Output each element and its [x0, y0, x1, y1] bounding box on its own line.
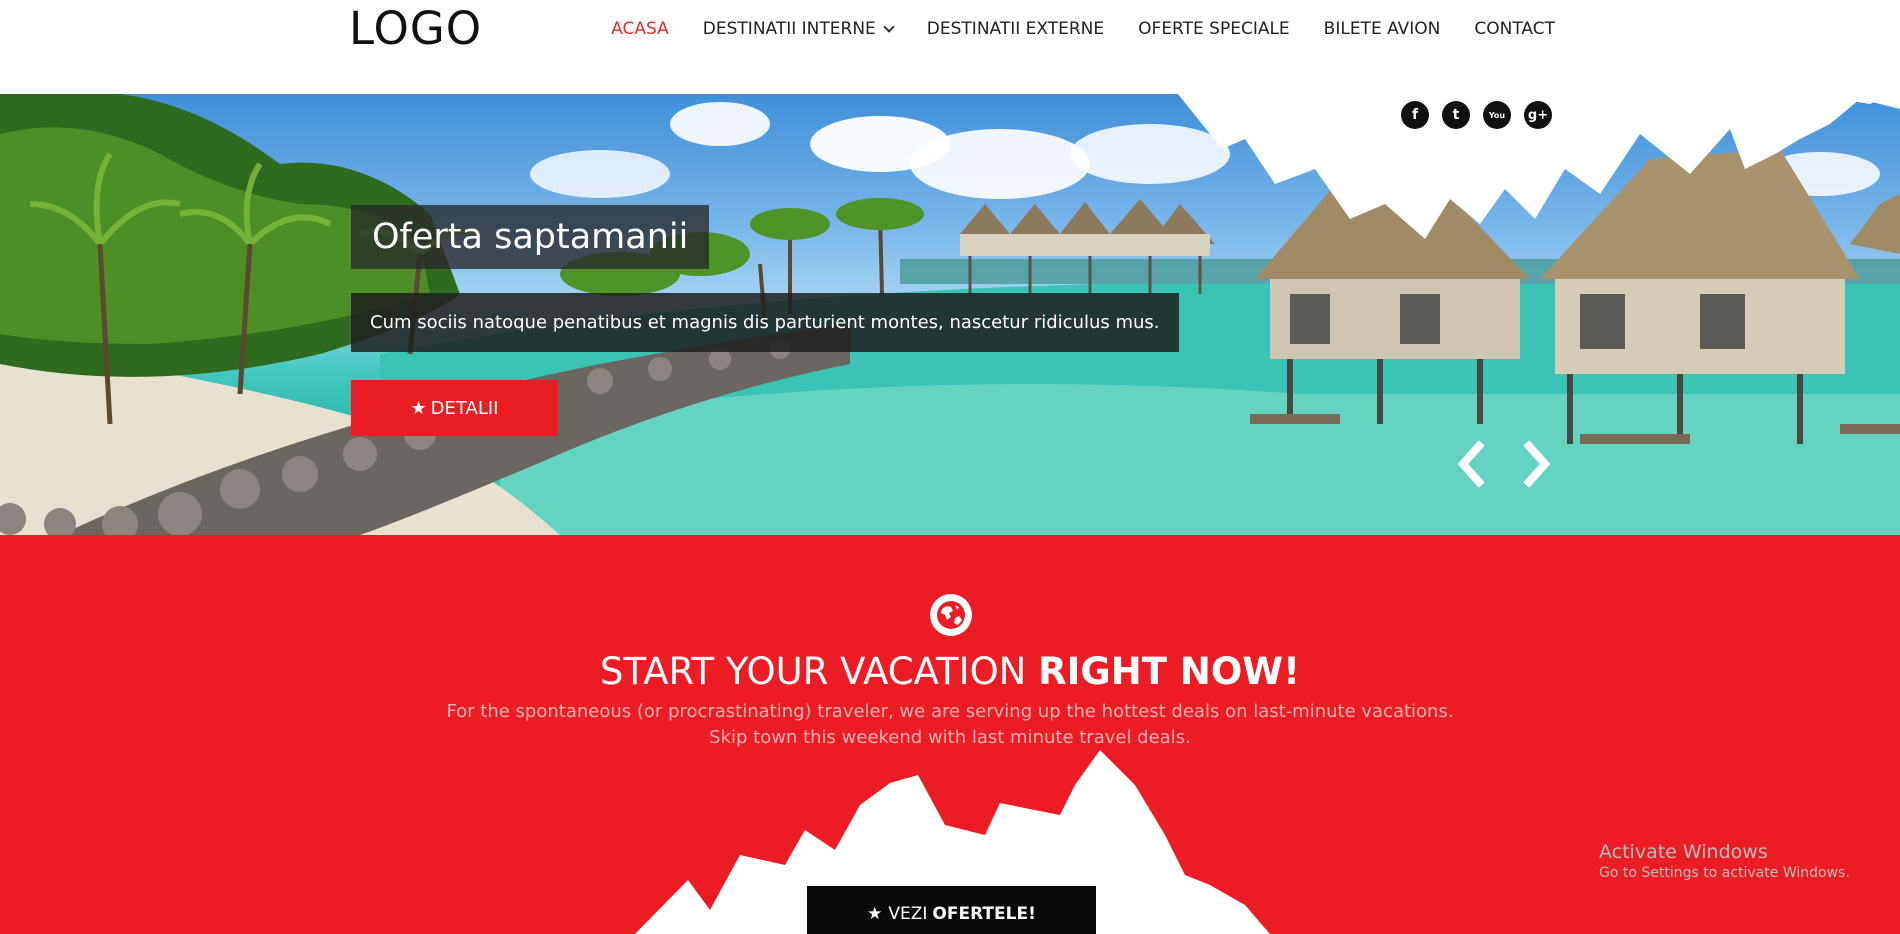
headline-bold: RIGHT NOW! — [1038, 650, 1300, 693]
watermark-title: Activate Windows — [1599, 841, 1768, 863]
nav-item-oferte-speciale[interactable]: OFERTE SPECIALE — [1138, 18, 1290, 40]
hero-slider: Oferta saptamanii Cum sociis natoque pen… — [0, 94, 1900, 535]
nav-item-destinatii-interne[interactable]: DESTINATII INTERNE — [702, 18, 895, 40]
nav-label: OFERTE SPECIALE — [1138, 19, 1290, 39]
star-icon: ★ — [410, 397, 427, 419]
hero-description: Cum sociis natoque penatibus et magnis d… — [351, 293, 1179, 352]
hero-title: Oferta saptamanii — [351, 205, 710, 269]
nav-label: ACASA — [611, 19, 669, 39]
chevron-right-icon[interactable] — [1521, 440, 1555, 488]
see-offers-label-light: VEZI — [888, 903, 928, 924]
details-button[interactable]: ★ DETALII — [351, 380, 558, 436]
twitter-icon[interactable]: t — [1442, 101, 1470, 129]
main-nav: ACASA DESTINATII INTERNE DESTINATII EXTE… — [577, 18, 1555, 40]
star-icon: ★ — [867, 903, 883, 924]
nav-label: DESTINATII EXTERNE — [926, 19, 1105, 39]
nav-item-acasa[interactable]: ACASA — [611, 18, 669, 40]
nav-label: BILETE AVION — [1323, 19, 1441, 39]
social-links: f t You g+ — [1401, 101, 1565, 129]
site-logo[interactable]: LOGO — [349, 4, 482, 54]
site-header: LOGO ACASA DESTINATII INTERNE DESTINATII… — [0, 0, 1900, 94]
headline-light: START YOUR VACATION — [600, 650, 1039, 693]
google-plus-icon[interactable]: g+ — [1524, 101, 1552, 129]
chevron-down-icon — [883, 21, 895, 33]
nav-item-bilete-avion[interactable]: BILETE AVION — [1324, 18, 1441, 40]
promo-headline: START YOUR VACATION RIGHT NOW! — [0, 650, 1900, 694]
facebook-icon[interactable]: f — [1401, 101, 1429, 129]
watermark-subtitle: Go to Settings to activate Windows. — [1599, 865, 1850, 881]
globe-icon — [930, 594, 972, 636]
nav-item-destinatii-externe[interactable]: DESTINATII EXTERNE — [927, 18, 1104, 40]
chevron-left-icon[interactable] — [1453, 440, 1487, 488]
nav-label: CONTACT — [1474, 19, 1555, 39]
see-offers-label-bold: OFERTELE! — [932, 903, 1036, 924]
youtube-icon[interactable]: You — [1483, 101, 1511, 129]
promo-line-2: Skip town this weekend with last minute … — [709, 727, 1191, 748]
promo-line-1: For the spontaneous (or procrastinating)… — [446, 701, 1454, 722]
nav-item-contact[interactable]: CONTACT — [1474, 18, 1555, 40]
windows-activation-watermark: Activate Windows Go to Settings to activ… — [1599, 841, 1850, 883]
nav-label: DESTINATII INTERNE — [702, 19, 876, 39]
see-offers-button[interactable]: ★ VEZI OFERTELE! — [807, 886, 1096, 934]
details-button-label: DETALII — [430, 397, 499, 419]
